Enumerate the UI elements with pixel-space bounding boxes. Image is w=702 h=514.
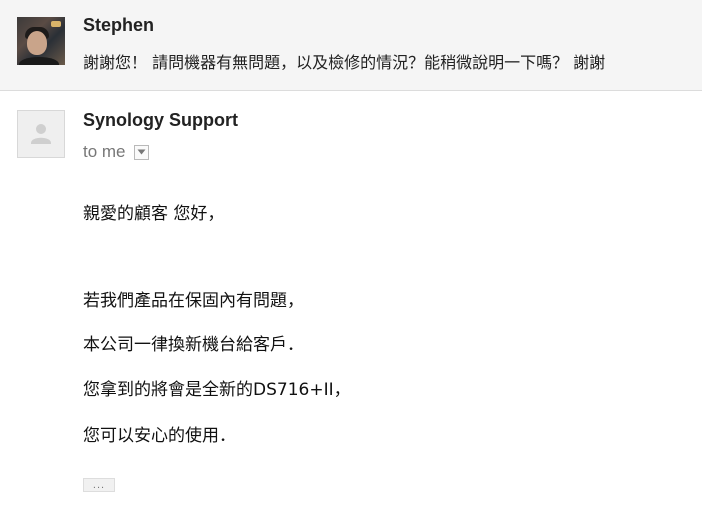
collapsed-message-stephen[interactable]: Stephen 謝謝您！ 請問機器有無問題，以及檢修的情況？能稍微說明一下嗎？ … — [0, 0, 702, 91]
body-line-3: 您拿到的將會是全新的DS716+II， — [83, 380, 351, 400]
sender-avatar-photo — [17, 17, 65, 65]
person-silhouette-icon — [31, 124, 51, 144]
dropdown-arrow-icon — [137, 149, 146, 155]
email-thread: Stephen 謝謝您！ 請問機器有無問題，以及檢修的情況？能稍微說明一下嗎？ … — [0, 0, 702, 514]
recipient-line: to me — [83, 142, 149, 162]
body-line-1: 若我們產品在保固內有問題， — [83, 291, 304, 311]
sender-name-expanded[interactable]: Synology Support — [83, 110, 238, 131]
body-greeting: 親愛的顧客 您好， — [83, 204, 225, 224]
body-line-4: 您可以安心的使用． — [83, 426, 236, 446]
sender-avatar-default — [17, 110, 65, 158]
body-line-2: 本公司一律換新機台給客戶． — [83, 335, 304, 355]
show-details-button[interactable] — [133, 144, 149, 160]
message-snippet: 謝謝您！ 請問機器有無問題，以及檢修的情況？能稍微說明一下嗎？ 謝謝 — [83, 53, 606, 72]
photo-background-light — [51, 21, 61, 27]
sender-name: Stephen — [83, 15, 155, 35]
photo-face — [27, 31, 47, 55]
show-trimmed-content-button[interactable]: ... — [83, 478, 115, 492]
recipient-text: to me — [83, 142, 126, 161]
photo-shoulder — [19, 57, 59, 65]
